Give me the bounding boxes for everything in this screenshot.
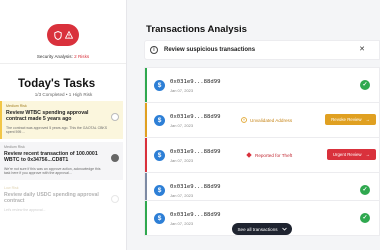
status-accent (145, 68, 147, 102)
task-title: Review WTBC spending approval contract m… (6, 110, 89, 123)
shield-icon (53, 30, 62, 40)
task-description: The contract was approved 5 years ago. T… (6, 125, 108, 135)
coin-icon: $ (154, 115, 165, 126)
tasks-progress: 1/3 Completed • 1 High Risk (34, 92, 93, 97)
check-icon: ✓ (360, 185, 370, 195)
flag-label: Unvalidated Address (250, 117, 293, 123)
task-title: Review recent transaction of 100.0001 WB… (4, 151, 98, 164)
transaction-row[interactable]: $ 0x031e9...88d99 Jan 07, 2023 Unvalidat… (144, 102, 380, 138)
task-description: Let's review the approval... (4, 207, 46, 212)
security-badge[interactable] (47, 24, 79, 46)
status-accent (145, 138, 147, 172)
coin-icon: $ (154, 80, 165, 91)
warning-circle-icon (241, 117, 247, 123)
task-item[interactable]: Medium Risk Review WTBC spending approva… (0, 101, 123, 139)
status-accent (145, 201, 147, 235)
transaction-address: 0x031e9...88d99 (170, 212, 221, 218)
task-description: We're not sure if this was an approve ac… (4, 166, 101, 176)
task-item[interactable]: Medium Risk Review recent transaction of… (0, 142, 123, 180)
see-all-transactions-button[interactable]: See all transactions (232, 223, 292, 235)
task-checkbox-checked[interactable] (111, 154, 119, 162)
transaction-address: 0x031e9...88d99 (170, 149, 221, 155)
transaction-date: Jan 07, 2023 (170, 193, 194, 198)
check-icon: ✓ (360, 213, 370, 223)
review-banner[interactable]: i Review suspicious transactions ✕ (144, 40, 380, 60)
warning-icon (64, 31, 73, 39)
coin-icon: $ (154, 213, 165, 224)
transaction-date: Jan 07, 2023 (170, 123, 194, 128)
page-title: Transactions Analysis (146, 24, 247, 35)
transaction-date: Jan 07, 2023 (170, 221, 194, 226)
revoke-review-button[interactable]: Revoke Review → (325, 114, 376, 125)
diamond-alert-icon (246, 152, 252, 158)
task-risk-level: Medium Risk (6, 104, 27, 108)
task-checkbox[interactable] (111, 195, 119, 203)
risk-count: 2 Risks (74, 54, 90, 59)
arrow-right-icon: → (365, 152, 370, 157)
check-icon: ✓ (360, 80, 370, 90)
status-accent (145, 103, 147, 137)
transaction-address: 0x031e9...88d99 (170, 184, 221, 190)
security-analysis: Security Analysis: 2 Risks (0, 0, 126, 64)
transactions-panel: Transactions Analysis i Review suspiciou… (127, 0, 380, 250)
transaction-date: Jan 07, 2023 (170, 158, 194, 163)
chevron-down-icon (281, 227, 287, 231)
task-risk-level: Medium Risk (4, 145, 25, 149)
transaction-date: Jan 07, 2023 (170, 88, 194, 93)
transaction-row[interactable]: $ 0x031e9...88d99 Jan 07, 2023 ✓ (144, 67, 380, 103)
transaction-address: 0x031e9...88d99 (170, 114, 221, 120)
transaction-flag: Unvalidated Address (241, 117, 292, 123)
urgent-review-button[interactable]: Urgent Review → (326, 149, 376, 160)
task-title: Review daily USDC spending approval cont… (4, 192, 99, 205)
flag-label: Reported for Theft (255, 152, 293, 158)
coin-icon: $ (154, 150, 165, 161)
info-icon: i (150, 46, 158, 54)
task-checkbox[interactable] (111, 113, 119, 121)
review-banner-text: Review suspicious transactions (164, 47, 256, 53)
tasks-title: Today's Tasks (18, 78, 96, 90)
security-status: Security Analysis: 2 Risks (36, 54, 90, 59)
task-risk-level: Low Risk (4, 186, 19, 190)
arrow-right-icon: → (365, 117, 370, 122)
tasks-panel: Security Analysis: 2 Risks Today's Tasks… (0, 0, 127, 250)
task-item[interactable]: Low Risk Review daily USDC spending appr… (0, 183, 123, 219)
transaction-flag: Reported for Theft (246, 152, 292, 158)
close-icon[interactable]: ✕ (359, 45, 365, 53)
coin-icon: $ (154, 185, 165, 196)
transaction-row[interactable]: $ 0x031e9...88d99 Jan 07, 2023 Reported … (144, 137, 380, 173)
transaction-address: 0x031e9...88d99 (170, 79, 221, 85)
